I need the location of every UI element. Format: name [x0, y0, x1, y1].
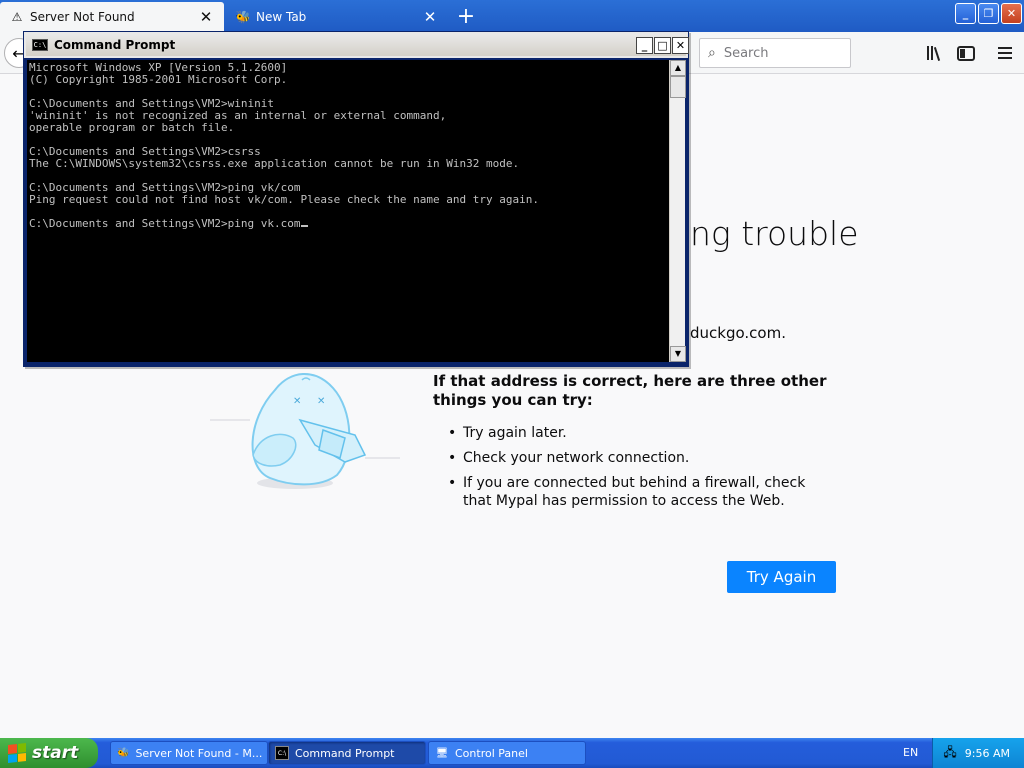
cmd-maximize-button[interactable]: □ — [654, 37, 671, 54]
search-box[interactable]: ⌕ — [699, 38, 851, 68]
suggestion-list: Try again later. Check your network conn… — [448, 424, 838, 517]
mascot-illustration: ✕ ✕ — [205, 360, 405, 504]
search-icon: ⌕ — [708, 45, 716, 61]
browser-tab-bar: ⚠ Server Not Found ✕ 🐝 New Tab ✕ + _ ❐ ✕ — [0, 0, 1024, 32]
taskbar-item-label: Control Panel — [455, 746, 528, 760]
system-tray: 🖧 9:56 AM — [932, 738, 1024, 768]
scroll-down-arrow-icon[interactable]: ▼ — [670, 346, 686, 362]
new-tab-button[interactable]: + — [452, 3, 480, 29]
close-tab-icon[interactable]: ✕ — [422, 8, 438, 26]
error-title: ng trouble — [690, 214, 859, 253]
text-cursor — [300, 225, 308, 227]
bee-icon: 🐝 — [235, 10, 251, 24]
library-icon[interactable] — [924, 42, 946, 64]
control-panel-icon: 🖥 — [435, 747, 449, 759]
console-line: Ping request could not find host vk/com.… — [29, 193, 539, 206]
network-icon[interactable]: 🖧 — [943, 743, 956, 764]
scroll-thumb[interactable] — [670, 76, 686, 98]
console-line: The C:\WINDOWS\system32\csrss.exe applic… — [29, 157, 520, 170]
cmd-minimize-button[interactable]: _ — [636, 37, 653, 54]
svg-text:✕: ✕ — [317, 396, 325, 407]
console-prompt-line: C:\Documents and Settings\VM2>ping vk.co… — [29, 218, 667, 230]
cmd-scrollbar[interactable]: ▲ ▼ — [669, 60, 686, 362]
error-heading: If that address is correct, here are thr… — [433, 372, 827, 409]
clock: 9:56 AM — [964, 746, 1010, 760]
list-item: Check your network connection. — [448, 449, 838, 467]
console-line: (C) Copyright 1985-2001 Microsoft Corp. — [29, 73, 288, 86]
windows-flag-icon — [8, 743, 26, 763]
list-item: If you are connected but behind a firewa… — [448, 474, 838, 510]
svg-text:✕: ✕ — [293, 396, 301, 407]
list-item: Try again later. — [448, 424, 838, 442]
cmd-icon: C:\ — [32, 39, 48, 51]
start-label: start — [32, 743, 79, 763]
error-url-text: duckgo.com. — [690, 324, 786, 342]
close-window-button[interactable]: ✕ — [1001, 3, 1022, 24]
cmd-icon: C:\ — [275, 746, 289, 760]
cmd-title: Command Prompt — [54, 38, 176, 52]
cmd-console-output[interactable]: Microsoft Windows XP [Version 5.1.2600] … — [27, 60, 669, 362]
taskbar-item-label: Command Prompt — [295, 746, 395, 760]
cmd-title-bar[interactable]: C:\ Command Prompt _ □ ✕ — [24, 32, 689, 58]
close-tab-icon[interactable]: ✕ — [198, 8, 214, 26]
minimize-button[interactable]: _ — [955, 3, 976, 24]
tab-label: Server Not Found — [30, 10, 135, 24]
tab-new-tab[interactable]: 🐝 New Tab ✕ — [226, 2, 448, 32]
start-button[interactable]: start — [0, 738, 98, 768]
menu-icon[interactable] — [994, 42, 1016, 64]
restore-button[interactable]: ❐ — [978, 3, 999, 24]
bee-icon: 🐝 — [117, 747, 130, 759]
taskbar: start 🐝 Server Not Found - M... C:\ Comm… — [0, 738, 1024, 768]
sidebar-icon[interactable] — [955, 42, 977, 64]
console-line: operable program or batch file. — [29, 121, 235, 134]
window-controls: _ ❐ ✕ — [955, 3, 1022, 24]
scroll-up-arrow-icon[interactable]: ▲ — [670, 60, 686, 76]
try-again-button[interactable]: Try Again — [727, 561, 836, 593]
taskbar-item-command-prompt[interactable]: C:\ Command Prompt — [268, 741, 426, 765]
tab-label: New Tab — [256, 10, 307, 24]
taskbar-item-browser[interactable]: 🐝 Server Not Found - M... — [110, 741, 268, 765]
console-current-command: C:\Documents and Settings\VM2>ping vk.co… — [29, 217, 301, 230]
language-indicator[interactable]: EN — [903, 746, 918, 759]
search-input[interactable] — [723, 45, 834, 61]
warning-icon: ⚠ — [11, 10, 23, 24]
tab-server-not-found[interactable]: ⚠ Server Not Found ✕ — [0, 2, 224, 32]
command-prompt-window[interactable]: C:\ Command Prompt _ □ ✕ Microsoft Windo… — [23, 31, 689, 367]
taskbar-item-label: Server Not Found - M... — [135, 746, 263, 760]
taskbar-item-control-panel[interactable]: 🖥 Control Panel — [428, 741, 586, 765]
cmd-close-button[interactable]: ✕ — [672, 37, 689, 54]
